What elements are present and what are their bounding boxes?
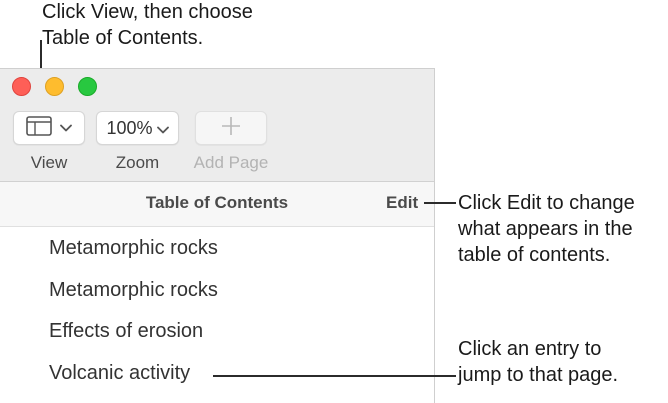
callout-line: jump to that page.: [458, 364, 619, 386]
edit-callout: Click Edit to change what appears in the…: [458, 190, 635, 268]
callout-line: Table of Contents.: [42, 27, 204, 49]
zoom-value: 100%: [106, 117, 153, 138]
entry-callout: Click an entry to jump to that page.: [458, 336, 618, 388]
zoom-window-button[interactable]: [78, 77, 97, 96]
toc-entry[interactable]: Volcanic activity: [49, 362, 190, 385]
zoom-select[interactable]: 100%: [96, 111, 179, 145]
toc-entry[interactable]: Metamorphic rocks: [49, 279, 218, 302]
entry-leader-line: [213, 375, 456, 377]
pages-window: View 100% Zoom Add Page Table of Content…: [0, 68, 435, 403]
view-callout: Click View, then choose Table of Content…: [42, 0, 253, 51]
toc-title: Table of Contents: [145, 193, 289, 212]
plus-icon: [220, 115, 242, 142]
callout-line: what appears in the: [458, 218, 633, 240]
callout-line: Click an entry to: [458, 338, 602, 360]
sidebar-icon: [26, 115, 52, 141]
chevron-down-icon: [156, 118, 169, 139]
zoom-label: Zoom: [115, 153, 160, 172]
callout-line: table of contents.: [458, 244, 611, 266]
close-window-button[interactable]: [12, 77, 31, 96]
add-page-label: Add Page: [193, 153, 269, 172]
view-button[interactable]: [13, 111, 85, 145]
callout-line: Click Edit to change: [458, 192, 635, 214]
edit-leader-line: [424, 202, 456, 204]
toc-entry[interactable]: Metamorphic rocks: [49, 237, 218, 260]
add-page-button[interactable]: [195, 111, 267, 145]
toc-entry[interactable]: Effects of erosion: [49, 320, 203, 343]
view-label: View: [30, 153, 68, 172]
toc-header: Table of Contents Edit: [0, 182, 434, 227]
toolbar: View 100% Zoom Add Page: [0, 69, 434, 182]
chevron-down-icon: [60, 119, 72, 137]
minimize-window-button[interactable]: [45, 77, 64, 96]
toc-edit-button[interactable]: Edit: [386, 193, 418, 213]
callout-line: Click View, then choose: [42, 1, 253, 23]
